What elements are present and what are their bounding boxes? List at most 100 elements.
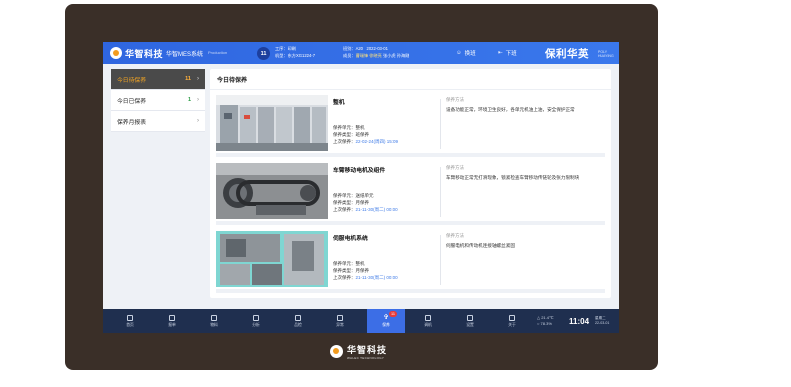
nav-report[interactable]: 报单 — [155, 309, 189, 333]
last-maintenance-label: 上次保养： — [333, 139, 356, 144]
last-maintenance-label: 上次保养： — [333, 207, 356, 212]
last-maintenance-row: 上次保养：21-11-30(周二) 00:00 — [333, 206, 398, 213]
client-brand-sub: POLY HUAYING — [598, 50, 614, 58]
date-readout: 星期二 22-03-01 — [595, 316, 609, 326]
nav-label: 关于 — [508, 322, 516, 327]
last-maintenance-date: 21-11-30(周二) 00:00 — [355, 207, 398, 212]
team-info: 班别：A20 2022-03-01 成员：曹瑞锋 徐晓亮 张小虎 孙海刚 — [343, 46, 409, 59]
humidity-value: 78.3% — [540, 321, 552, 326]
nav-analysis[interactable]: 分析 — [239, 309, 273, 333]
logo-mark-icon — [330, 345, 343, 358]
document-icon — [169, 314, 175, 321]
nav-label: 异常 — [336, 322, 344, 327]
chevron-right-icon: › — [197, 118, 199, 124]
members-row: 成员：曹瑞锋 徐晓亮 张小虎 孙海刚 — [343, 53, 409, 60]
maintenance-card[interactable]: 车臂移动电机及组件 保养单元：送纸单元 保养类型：月保养 上次保养：21-11-… — [216, 161, 605, 225]
maintenance-unit: 保养单元：送纸单元 — [333, 193, 374, 198]
bottom-date: 22-03-01 — [595, 321, 610, 325]
maintenance-unit: 保养单元：整机 — [333, 261, 365, 266]
sidebar-item-done[interactable]: 今日已保养 1 › — [111, 90, 205, 111]
handover-label: 换班 — [464, 51, 476, 57]
maintenance-meta: 保养单元：整机 保养类型：月保养 上次保养：21-11-30(周二) 00:00 — [333, 260, 398, 281]
card-divider — [440, 167, 441, 217]
layers-icon — [211, 314, 217, 321]
bottom-nav-bar: 首页 报单 物料 分析 品检 异常 ✞ 保养 11 调机 设置 关于 △ 21.4℃… — [103, 309, 619, 333]
logo-mark-icon — [110, 47, 122, 59]
members-rest: 张小虎 孙海刚 — [383, 52, 410, 58]
nav-about[interactable]: 关于 — [495, 309, 529, 333]
maintenance-card[interactable]: 伺服电机系统 保养单元：整机 保养类型：月保养 上次保养：21-11-30(周二… — [216, 229, 605, 293]
alert-icon — [337, 314, 343, 321]
nav-material[interactable]: 物料 — [197, 309, 231, 333]
maintenance-method: 伺服电机和传动机连接轴螺丝紧固 — [446, 243, 515, 248]
environment-readout: △ 21.4℃ ○ 78.3% — [537, 315, 553, 327]
client-brand-sub-line-2: HUAYING — [598, 54, 614, 58]
card-divider — [440, 235, 441, 285]
thermometer-icon: △ — [537, 315, 541, 320]
maintenance-item-name: 车臂移动电机及组件 — [333, 168, 386, 174]
members-prefix: 成员： — [343, 52, 356, 58]
maintenance-panel: 今日待保养 整机 保养单元：整机 保养类型：班保养 上次保养：22-02-24(… — [210, 69, 611, 298]
maintenance-meta: 保养单元：整机 保养类型：班保养 上次保养：22-02-24(周四) 15:09 — [333, 124, 398, 145]
shield-icon — [295, 314, 301, 321]
sidebar-item-label: 今日待保养 — [117, 77, 146, 84]
wrench-icon: ✞ — [383, 313, 389, 321]
sidebar: 今日待保养 11 › 今日已保养 1 › 保养月报表 › — [111, 69, 205, 132]
clock: 11:04 — [569, 317, 590, 326]
app-screen: 华智科技 华智MES系统 Production 11 工序：印刷 机型：东方XG… — [103, 42, 619, 333]
nav-label: 首页 — [126, 322, 134, 327]
maintenance-item-name: 伺服电机系统 — [333, 236, 368, 242]
chart-icon — [253, 314, 259, 321]
humidity: ○ 78.3% — [537, 321, 553, 327]
logo-text: 华智科技 — [125, 48, 164, 59]
chevron-right-icon: › — [197, 97, 199, 103]
maintenance-type: 保养类型：月保养 — [333, 268, 369, 273]
nav-maintenance[interactable]: ✞ 保养 11 — [367, 309, 405, 333]
nav-settings[interactable]: 设置 — [453, 309, 487, 333]
maintenance-unit: 保养单元：整机 — [333, 125, 365, 130]
maintenance-method: 设备功能正常，环境卫生良好，各单元机油上油，安全保护正常 — [446, 107, 575, 112]
last-maintenance-date: 21-11-30(周二) 00:00 — [355, 275, 398, 280]
shift-badge: 11 — [257, 47, 270, 60]
card-divider — [440, 99, 441, 149]
logout-button[interactable]: ⇤ 下班 — [498, 49, 517, 57]
maintenance-type: 保养类型：月保养 — [333, 200, 369, 205]
nav-home[interactable]: 首页 — [113, 309, 147, 333]
sliders-icon — [425, 314, 431, 321]
company-logo: 华智科技 — [110, 46, 163, 60]
footer-logo-text-group: 华智科技 WALEC TECHNOLOGY — [347, 343, 387, 360]
droplet-icon: ○ — [537, 321, 540, 326]
nav-adjust[interactable]: 调机 — [411, 309, 445, 333]
last-maintenance-date: 22-02-24(周四) 15:09 — [355, 139, 399, 144]
nav-label: 分析 — [252, 322, 260, 327]
maintenance-method: 车臂移动正常无打滑现象，锁紧检查车臂移动传链轮及张力限制块 — [446, 175, 580, 180]
members-highlight: 曹瑞锋 徐晓亮 — [355, 52, 382, 58]
sidebar-item-label: 今日已保养 — [117, 98, 146, 105]
maintenance-meta: 保养单元：送纸单元 保养类型：月保养 上次保养：21-11-30(周二) 00:… — [333, 192, 398, 213]
maintenance-item-name: 整机 — [333, 100, 345, 106]
handover-button[interactable]: ☺ 换班 — [456, 49, 476, 57]
nav-quality[interactable]: 品检 — [281, 309, 315, 333]
logout-label: 下班 — [505, 51, 517, 57]
current-date: 2022-03-01 — [366, 46, 388, 51]
client-brand: 保利华英 — [545, 48, 589, 60]
machine-photo — [216, 163, 328, 219]
tablet-frame: 华智科技 华智MES系统 Production 11 工序：印刷 机型：东方XG… — [65, 4, 658, 370]
gear-icon — [467, 314, 473, 321]
pending-count: 11 — [185, 76, 191, 82]
sidebar-item-pending[interactable]: 今日待保养 11 › — [111, 69, 205, 90]
nav-exception[interactable]: 异常 — [323, 309, 357, 333]
temperature-value: 21.4℃ — [541, 315, 554, 320]
nav-label: 物料 — [210, 322, 218, 327]
sidebar-item-monthly-report[interactable]: 保养月报表 › — [111, 111, 205, 132]
footer-logo-en: WALEC TECHNOLOGY — [347, 356, 385, 360]
maintenance-card[interactable]: 整机 保养单元：整机 保养类型：班保养 上次保养：22-02-24(周四) 15… — [216, 93, 605, 157]
logout-icon: ⇤ — [498, 50, 503, 56]
nav-label: 保养 — [382, 322, 390, 327]
system-subtitle: Production — [208, 50, 228, 55]
user-switch-icon: ☺ — [456, 50, 462, 56]
machine-photo — [216, 95, 328, 151]
last-maintenance-row: 上次保养：22-02-24(周四) 15:09 — [333, 138, 398, 145]
machine-info: 工序：印刷 机型：东方XG1224-7 — [275, 46, 315, 59]
info-icon — [509, 314, 515, 321]
